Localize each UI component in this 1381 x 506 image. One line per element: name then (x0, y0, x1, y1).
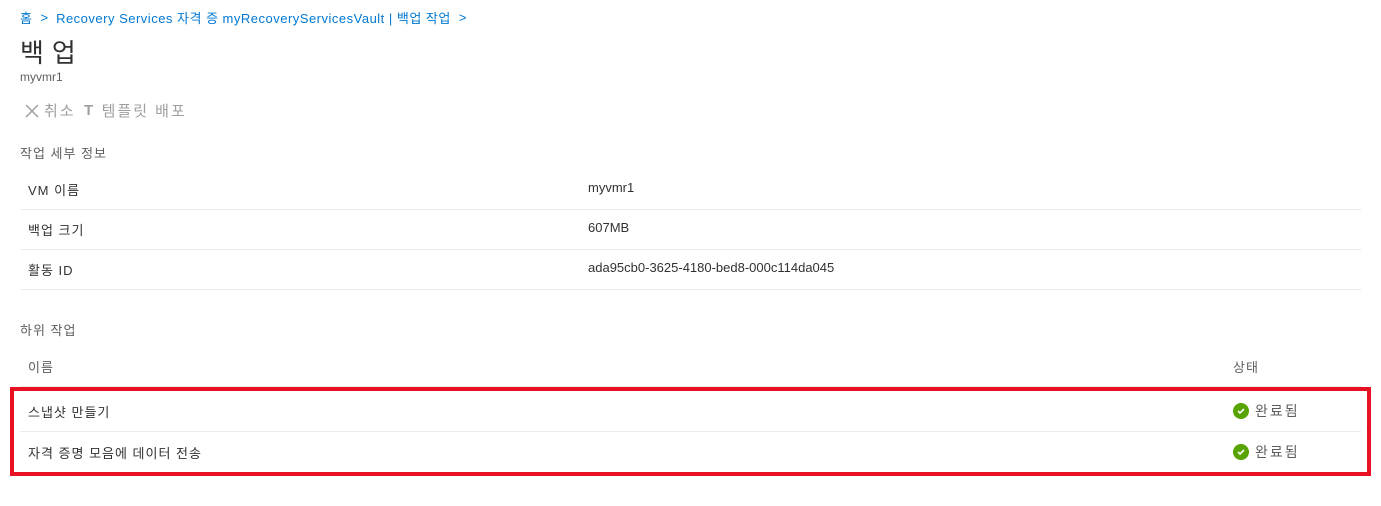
template-deploy-button[interactable]: T 템플릿 배포 (82, 100, 187, 121)
subtask-name: 자격 증명 모음에 데이터 전송 (28, 443, 1233, 462)
breadcrumb-home[interactable]: 홈 (20, 8, 32, 27)
subtasks-section-header: 하위 작업 (0, 310, 1381, 347)
breadcrumb-separator: > (459, 10, 467, 25)
cancel-label: 취소 (44, 100, 76, 121)
detail-label: 백업 크기 (28, 220, 588, 239)
subtask-name: 스냅샷 만들기 (28, 402, 1233, 421)
subtask-table: 이름 상태 (20, 347, 1361, 387)
detail-value: 607MB (588, 220, 1353, 239)
success-icon (1233, 403, 1249, 419)
detail-label: VM 이름 (28, 180, 588, 199)
close-icon (24, 103, 40, 119)
template-label: 템플릿 배포 (102, 100, 187, 121)
detail-label: 활동 ID (28, 260, 588, 279)
page-subtitle: myvmr1 (0, 70, 1381, 92)
template-icon: T (82, 103, 98, 119)
subtask-status: 완료됨 (1233, 442, 1353, 462)
status-text: 완료됨 (1255, 401, 1300, 421)
success-icon (1233, 444, 1249, 460)
status-text: 완료됨 (1255, 442, 1300, 462)
subtask-header-name: 이름 (28, 357, 1233, 376)
detail-row-vm-name: VM 이름 myvmr1 (20, 170, 1361, 210)
cancel-button[interactable]: 취소 (24, 100, 76, 121)
breadcrumb-recovery-services[interactable]: Recovery Services 자격 증 (56, 8, 218, 27)
page-title: 백업 (0, 31, 1381, 70)
subtask-header-row: 이름 상태 (20, 347, 1361, 387)
subtask-header-status: 상태 (1233, 357, 1353, 376)
subtask-row: 자격 증명 모음에 데이터 전송 완료됨 (20, 432, 1361, 472)
breadcrumb-separator: > (40, 10, 48, 25)
breadcrumb-vault-backup-jobs[interactable]: myRecoveryServicesVault | 백업 작업 (223, 8, 451, 27)
subtask-row: 스냅샷 만들기 완료됨 (20, 391, 1361, 432)
toolbar: 취소 T 템플릿 배포 (0, 92, 1381, 133)
detail-row-activity-id: 활동 ID ada95cb0-3625-4180-bed8-000c114da0… (20, 250, 1361, 290)
detail-value: myvmr1 (588, 180, 1353, 199)
subtask-highlight-box: 스냅샷 만들기 완료됨 자격 증명 모음에 데이터 전송 완료됨 (10, 387, 1371, 476)
subtask-status: 완료됨 (1233, 401, 1353, 421)
detail-value: ada95cb0-3625-4180-bed8-000c114da045 (588, 260, 1353, 279)
breadcrumb: 홈 > Recovery Services 자격 증 myRecoverySer… (0, 0, 1381, 31)
details-section-header: 작업 세부 정보 (0, 133, 1381, 170)
detail-row-backup-size: 백업 크기 607MB (20, 210, 1361, 250)
